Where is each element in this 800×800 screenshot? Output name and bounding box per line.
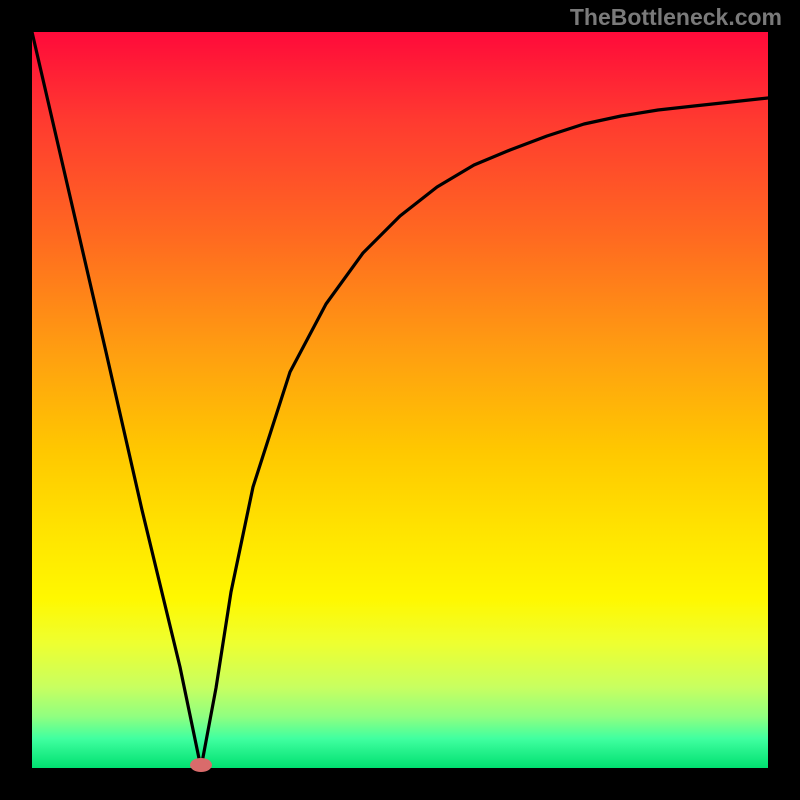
plot-area	[32, 32, 768, 768]
curve-svg	[32, 32, 768, 768]
bottleneck-curve	[32, 32, 768, 768]
watermark-text: TheBottleneck.com	[570, 4, 782, 31]
optimal-point-marker	[190, 758, 212, 772]
